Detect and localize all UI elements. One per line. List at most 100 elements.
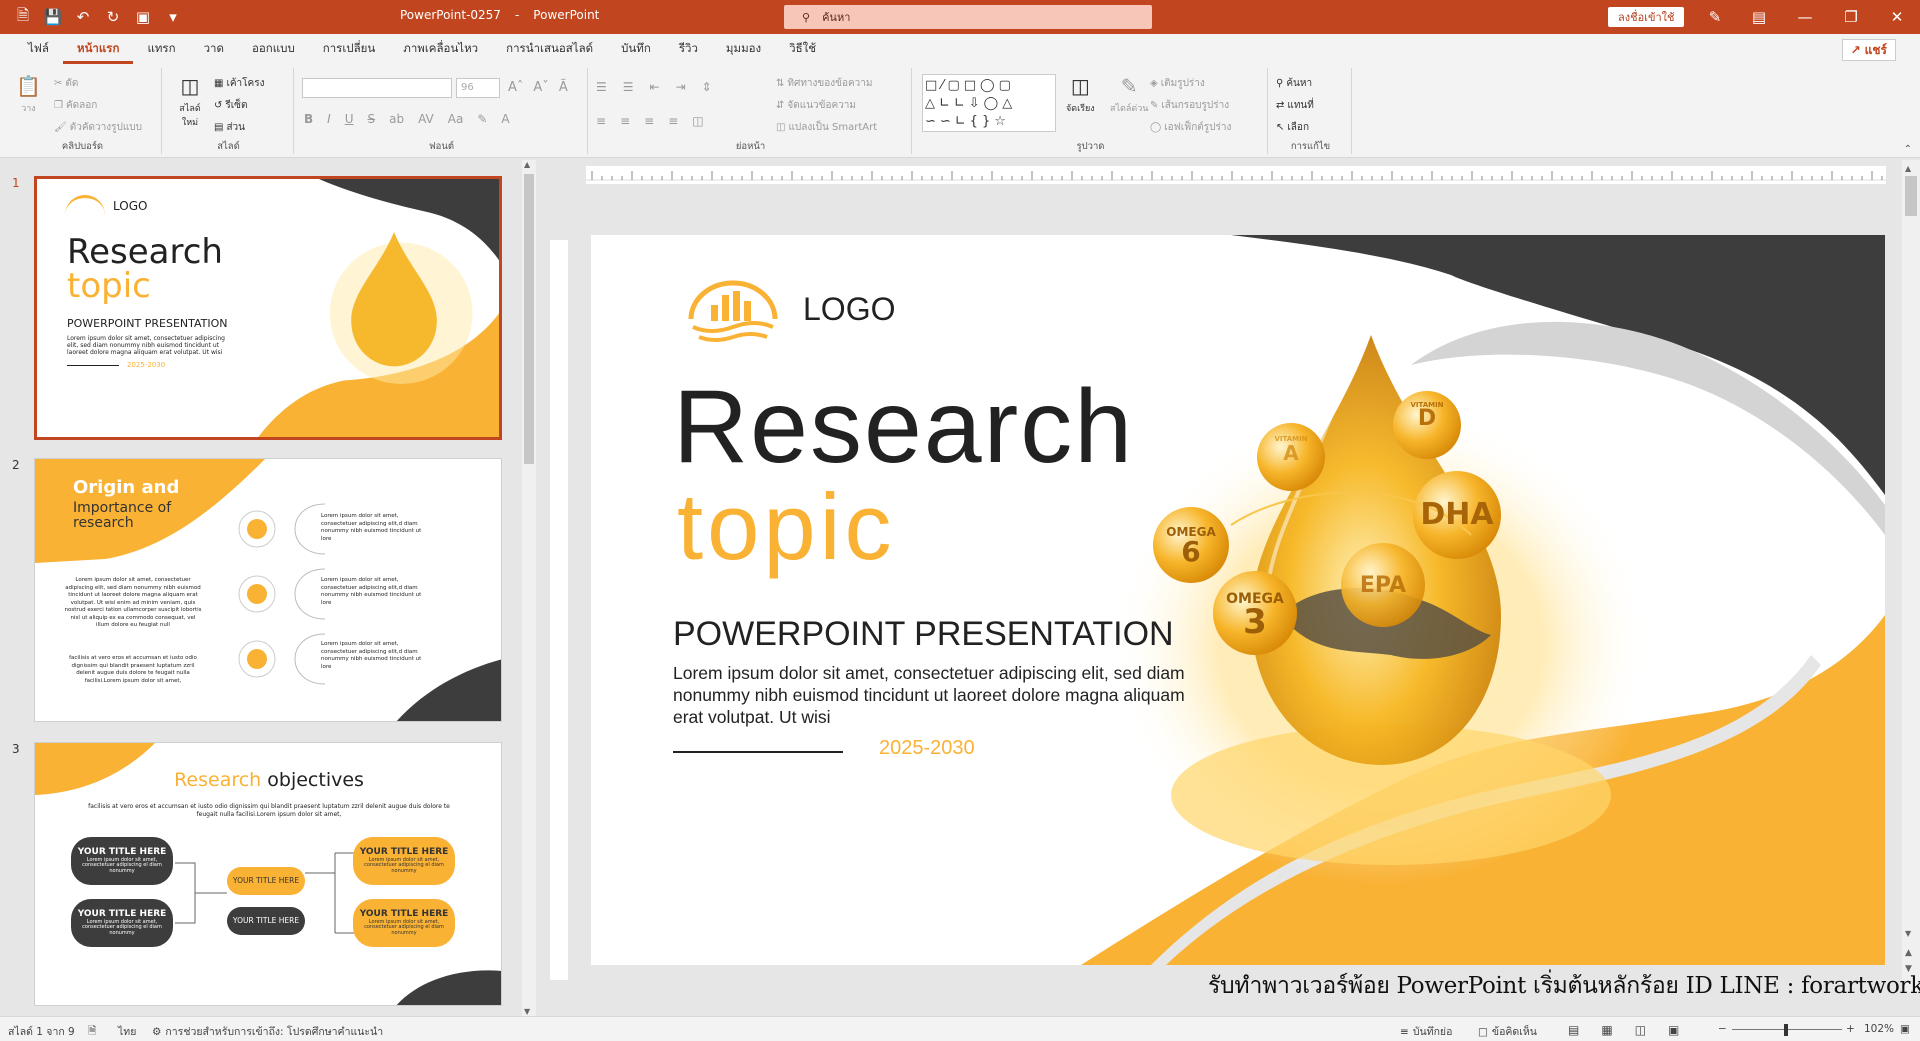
minimize-icon[interactable]: —: [1790, 4, 1820, 30]
shape-outline-button[interactable]: ✎ เส้นกรอบรูปร่าง: [1150, 98, 1229, 113]
pen-icon[interactable]: ✎: [1700, 4, 1730, 30]
scroll-up-icon[interactable]: ▲: [1905, 164, 1911, 173]
fit-slide-icon[interactable]: ▣: [1900, 1023, 1910, 1035]
search-box[interactable]: ⚲ ค้นหา: [784, 5, 1152, 29]
align-left-icon[interactable]: ≡: [596, 114, 606, 128]
align-right-icon[interactable]: ≡: [644, 114, 654, 128]
clear-format-icon[interactable]: Ã: [559, 80, 568, 95]
increase-indent-icon[interactable]: ⇥: [676, 80, 686, 94]
restore-icon[interactable]: ❐: [1836, 4, 1866, 30]
paste-button[interactable]: 📋 วาง: [16, 74, 41, 115]
slideshow-icon[interactable]: ▣: [1668, 1023, 1679, 1037]
underline-icon[interactable]: U: [345, 112, 354, 126]
zoom-out-icon[interactable]: −: [1718, 1023, 1727, 1035]
tab-draw[interactable]: วาด: [190, 34, 238, 64]
copy-button[interactable]: ❐ คัดลอก: [54, 98, 97, 113]
arrange-button[interactable]: ◫ จัดเรียง: [1066, 74, 1095, 115]
tab-insert[interactable]: แทรก: [133, 34, 189, 64]
close-icon[interactable]: ✕: [1882, 4, 1912, 30]
tab-slideshow[interactable]: การนำเสนอสไลด์: [492, 34, 607, 64]
ribbon-display-icon[interactable]: ▤: [1744, 4, 1774, 30]
replace-button[interactable]: ⇄ แทนที่: [1276, 98, 1314, 113]
align-center-icon[interactable]: ≡: [620, 114, 630, 128]
slide-sorter-icon[interactable]: ▦: [1601, 1023, 1612, 1037]
strike-icon[interactable]: S: [368, 112, 376, 126]
zoom-level[interactable]: 102%: [1864, 1023, 1894, 1035]
quick-styles-button[interactable]: ✎ สไตล์ด่วน: [1110, 74, 1148, 115]
customize-qat-icon[interactable]: ▾: [160, 5, 186, 29]
align-text-button[interactable]: ⇵ จัดแนวข้อความ: [776, 98, 856, 113]
find-button[interactable]: ⚲ ค้นหา: [1276, 76, 1312, 91]
slide-title-line2[interactable]: topic: [677, 467, 896, 587]
tab-animations[interactable]: ภาพเคลื่อนไหว: [389, 34, 492, 64]
zoom-in-icon[interactable]: +: [1846, 1023, 1855, 1035]
thumbnail-scrollbar[interactable]: ▲ ▼: [522, 160, 536, 1016]
scroll-up-icon[interactable]: ▲: [524, 160, 530, 169]
slide-thumbnail-3[interactable]: Research objectives facilisis at vero er…: [34, 742, 502, 1006]
notes-button[interactable]: ≡ บันทึกย่อ: [1400, 1023, 1452, 1040]
font-color-icon[interactable]: A: [501, 112, 509, 126]
italic-icon[interactable]: I: [327, 112, 331, 126]
section-button[interactable]: ▤ ส่วน: [214, 120, 245, 135]
tab-view[interactable]: มุมมอง: [712, 34, 775, 64]
select-button[interactable]: ↖ เลือก: [1276, 120, 1309, 135]
scroll-down-icon[interactable]: ▼: [524, 1007, 530, 1016]
cut-button[interactable]: ✂ ตัด: [54, 76, 78, 91]
slide-years[interactable]: 2025-2030: [879, 737, 975, 760]
font-name-box[interactable]: [302, 78, 452, 98]
slide-thumbnail-1[interactable]: LOGO Research topic POWERPOINT PRESENTAT…: [34, 176, 502, 440]
shapes-gallery[interactable]: □⁄▢□◯▢ △∟∟⇩◯△ ∽∽∟{}☆: [922, 74, 1056, 132]
numbering-icon[interactable]: ☰: [623, 80, 634, 94]
shrink-font-icon[interactable]: Aˇ: [533, 80, 548, 95]
text-direction-button[interactable]: ⇅ ทิศทางของข้อความ: [776, 76, 873, 91]
tab-file[interactable]: ไฟล์: [14, 34, 63, 64]
shape-effects-button[interactable]: ◯ เอฟเฟ็กต์รูปร่าง: [1150, 120, 1231, 135]
smartart-button[interactable]: ◫ แปลงเป็น SmartArt: [776, 120, 877, 135]
bullets-icon[interactable]: ☰: [596, 80, 607, 94]
tab-record[interactable]: บันทึก: [607, 34, 665, 64]
columns-icon[interactable]: ◫: [692, 114, 703, 128]
collapse-ribbon-icon[interactable]: ⌃: [1904, 144, 1912, 155]
format-painter-button[interactable]: 🖌 ตัวคัดวางรูปแบบ: [54, 120, 142, 135]
shadow-icon[interactable]: ab: [389, 112, 404, 126]
save-icon[interactable]: 💾: [40, 5, 66, 29]
tab-home[interactable]: หน้าแรก: [62, 34, 134, 64]
tab-transitions[interactable]: การเปลี่ยน: [309, 34, 389, 64]
tab-review[interactable]: รีวิว: [665, 34, 712, 64]
shape-fill-button[interactable]: ◈ เติมรูปร่าง: [1150, 76, 1205, 91]
main-slide-canvas[interactable]: LOGO Research topic POWERPOINT PRESENTAT…: [591, 235, 1885, 965]
prev-slide-icon[interactable]: ▲: [1905, 948, 1912, 958]
grow-font-icon[interactable]: Aˆ: [508, 80, 523, 95]
spacing-icon[interactable]: AV: [418, 112, 434, 126]
normal-view-icon[interactable]: ▤: [1568, 1023, 1579, 1037]
spellcheck-icon[interactable]: 🗎: [88, 1023, 96, 1041]
line-spacing-icon[interactable]: ⇕: [702, 80, 712, 94]
slide-body[interactable]: Lorem ipsum dolor sit amet, consectetuer…: [673, 662, 1193, 728]
signin-button[interactable]: ลงชื่อเข้าใช้: [1608, 7, 1685, 27]
language-indicator[interactable]: ไทย: [118, 1023, 136, 1040]
undo-icon[interactable]: ↶: [70, 5, 96, 29]
new-slide-button[interactable]: ◫ สไลด์ใหม่: [172, 74, 208, 129]
reset-button[interactable]: ↺ รีเซ็ต: [214, 98, 247, 113]
tab-help[interactable]: วิธีใช้: [775, 34, 830, 64]
slide-thumbnail-2[interactable]: Origin and Importance of research Lorem …: [34, 458, 502, 722]
scroll-down-icon[interactable]: ▼: [1905, 929, 1911, 938]
editor-scrollbar[interactable]: ▲ ▼ ▲ ▼: [1902, 160, 1920, 992]
zoom-slider-handle[interactable]: [1784, 1024, 1788, 1036]
decrease-indent-icon[interactable]: ⇤: [650, 80, 660, 94]
scroll-thumb[interactable]: [1905, 176, 1917, 216]
comments-button[interactable]: □ ข้อคิดเห็น: [1478, 1023, 1537, 1040]
font-size-box[interactable]: 96: [456, 78, 500, 98]
bold-icon[interactable]: B: [304, 112, 313, 126]
scroll-thumb[interactable]: [524, 174, 534, 464]
slide-subtitle[interactable]: POWERPOINT PRESENTATION: [673, 615, 1174, 654]
highlight-icon[interactable]: ✎: [477, 112, 487, 126]
share-button[interactable]: ↗ แชร์: [1841, 39, 1896, 61]
reading-view-icon[interactable]: ◫: [1635, 1023, 1646, 1037]
case-icon[interactable]: Aa: [448, 112, 464, 126]
redo-icon[interactable]: ↻: [100, 5, 126, 29]
new-file-icon[interactable]: 🗎: [10, 5, 36, 29]
justify-icon[interactable]: ≡: [668, 114, 678, 128]
accessibility-status[interactable]: ⚙ การช่วยสำหรับการเข้าถึง: โปรดศึกษาคำแนะ…: [152, 1023, 383, 1040]
layout-button[interactable]: ▦ เค้าโครง: [214, 76, 265, 91]
